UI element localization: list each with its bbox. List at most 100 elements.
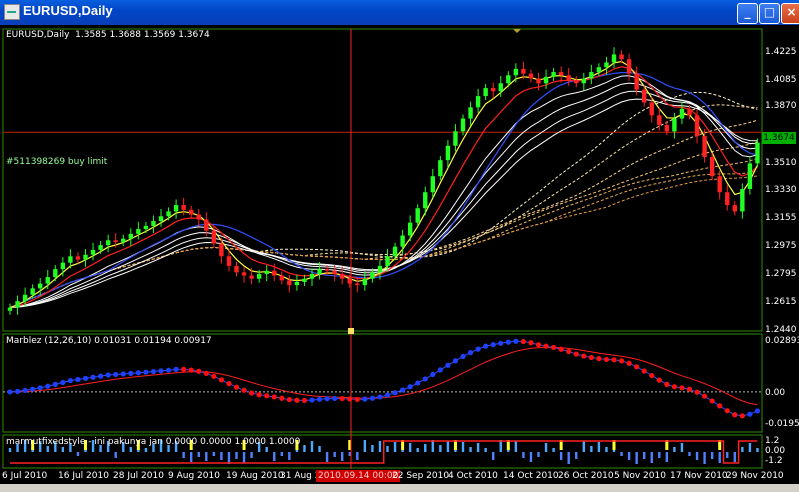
marblez-dot bbox=[634, 364, 640, 370]
marmut-bar bbox=[559, 452, 563, 460]
candle-body bbox=[649, 102, 654, 116]
candle-body bbox=[60, 262, 66, 270]
close-button[interactable]: × bbox=[781, 3, 799, 24]
candle-body bbox=[173, 205, 179, 212]
candle-body bbox=[626, 59, 632, 74]
candle-body bbox=[75, 256, 81, 260]
marmut-bar bbox=[544, 443, 548, 452]
candle-body bbox=[415, 208, 420, 223]
marmut-bar bbox=[514, 441, 518, 452]
marblez-dot bbox=[528, 340, 534, 346]
x-tick-label: 31 Aug 2010 bbox=[280, 471, 316, 481]
marblez-dot bbox=[384, 392, 391, 398]
marblez-dot bbox=[241, 387, 247, 393]
window-title: EURUSD,Daily bbox=[23, 3, 113, 18]
marblez-dot bbox=[347, 396, 353, 402]
marblez-dot bbox=[158, 368, 164, 374]
marmut-bar bbox=[144, 448, 148, 452]
marblez-dot bbox=[150, 368, 157, 375]
candle-body bbox=[513, 68, 519, 76]
candle-body bbox=[596, 67, 602, 73]
candle-body bbox=[709, 156, 715, 177]
candle-body bbox=[332, 270, 337, 274]
marblez-dot bbox=[181, 366, 187, 372]
marmut-bar bbox=[431, 440, 434, 452]
candle-body bbox=[279, 275, 284, 281]
candle-body bbox=[747, 163, 753, 190]
marblez-dot bbox=[558, 346, 564, 352]
marmut-bar bbox=[756, 448, 759, 452]
marblez-dot bbox=[135, 370, 141, 376]
candle-body bbox=[317, 269, 322, 274]
marmut-bar bbox=[499, 440, 502, 452]
marmut-bar bbox=[537, 452, 540, 457]
candle-body bbox=[136, 229, 141, 234]
y-tick-label: 1.2440 bbox=[765, 325, 797, 335]
marmut-bar bbox=[733, 452, 736, 462]
marblez-y-tick: 0.00 bbox=[765, 388, 786, 398]
marblez-dot bbox=[294, 397, 300, 403]
marmut-bar bbox=[220, 452, 223, 460]
order-annotation: #511398269 buy limit bbox=[6, 157, 108, 167]
marmut-bar bbox=[658, 452, 661, 458]
marblez-dot bbox=[218, 377, 224, 383]
y-tick-label: 1.3510 bbox=[765, 158, 797, 168]
marmut-bar bbox=[582, 441, 585, 452]
candle-body bbox=[423, 192, 428, 209]
candle-body bbox=[498, 83, 503, 92]
candle-body bbox=[68, 256, 73, 263]
marblez-dot bbox=[664, 381, 670, 387]
y-tick-label: 1.2975 bbox=[765, 241, 797, 251]
candle-body bbox=[536, 78, 541, 84]
marmut-bar bbox=[416, 448, 419, 452]
chart-title: EURUSD,Daily bbox=[6, 30, 70, 40]
marmut-bar bbox=[688, 452, 691, 456]
marmut-bar bbox=[318, 446, 321, 452]
marmut-panel-label: marmutfixedstyle - ini pakunya jan 0.000… bbox=[6, 437, 301, 447]
marmut-bar bbox=[303, 445, 306, 452]
candle-body bbox=[619, 54, 624, 60]
marblez-dot bbox=[14, 388, 21, 394]
candle-body bbox=[38, 283, 43, 289]
chart-area[interactable]: EURUSD,Daily 1.3585 1.3688 1.3569 1.3674… bbox=[0, 25, 799, 492]
marmut-bar bbox=[265, 447, 268, 452]
marblez-dot bbox=[535, 342, 542, 348]
marblez-dot bbox=[603, 356, 610, 363]
marblez-dot bbox=[717, 403, 723, 409]
candle-body bbox=[219, 243, 224, 257]
marblez-dot bbox=[437, 367, 443, 373]
candle-body bbox=[256, 273, 262, 279]
marblez-dot bbox=[165, 367, 172, 373]
candle-body bbox=[272, 270, 277, 276]
marblez-dot bbox=[301, 397, 308, 404]
title-bar[interactable]: EURUSD,Daily _ □ × bbox=[0, 0, 799, 25]
marmut-bar bbox=[205, 452, 208, 461]
marblez-dot bbox=[649, 372, 655, 379]
candle-body bbox=[294, 281, 300, 286]
candle-body bbox=[551, 72, 556, 77]
candle-body bbox=[634, 73, 639, 90]
candle-body bbox=[468, 107, 473, 119]
candle-body bbox=[90, 249, 96, 255]
marmut-bar bbox=[250, 452, 253, 458]
candle-body bbox=[558, 72, 564, 76]
candle-body bbox=[475, 96, 481, 108]
marblez-dot bbox=[656, 377, 662, 383]
minimize-button[interactable]: _ bbox=[737, 3, 758, 24]
marblez-dot bbox=[452, 358, 459, 364]
marblez-dot bbox=[520, 338, 527, 345]
marmut-bar bbox=[393, 442, 397, 452]
marblez-dot bbox=[37, 385, 43, 391]
candle-body bbox=[574, 80, 579, 84]
marmut-bar bbox=[408, 443, 412, 452]
marmut-bar bbox=[333, 452, 336, 457]
maximize-button[interactable]: □ bbox=[759, 3, 780, 24]
candle-body bbox=[581, 78, 586, 84]
chart-canvas[interactable] bbox=[0, 25, 799, 492]
candle-body bbox=[717, 176, 722, 193]
marblez-dot bbox=[467, 350, 474, 356]
marmut-bar bbox=[522, 452, 525, 458]
marblez-dot bbox=[113, 371, 119, 378]
marblez-dot bbox=[641, 368, 647, 374]
crosshair-marker bbox=[348, 328, 354, 334]
